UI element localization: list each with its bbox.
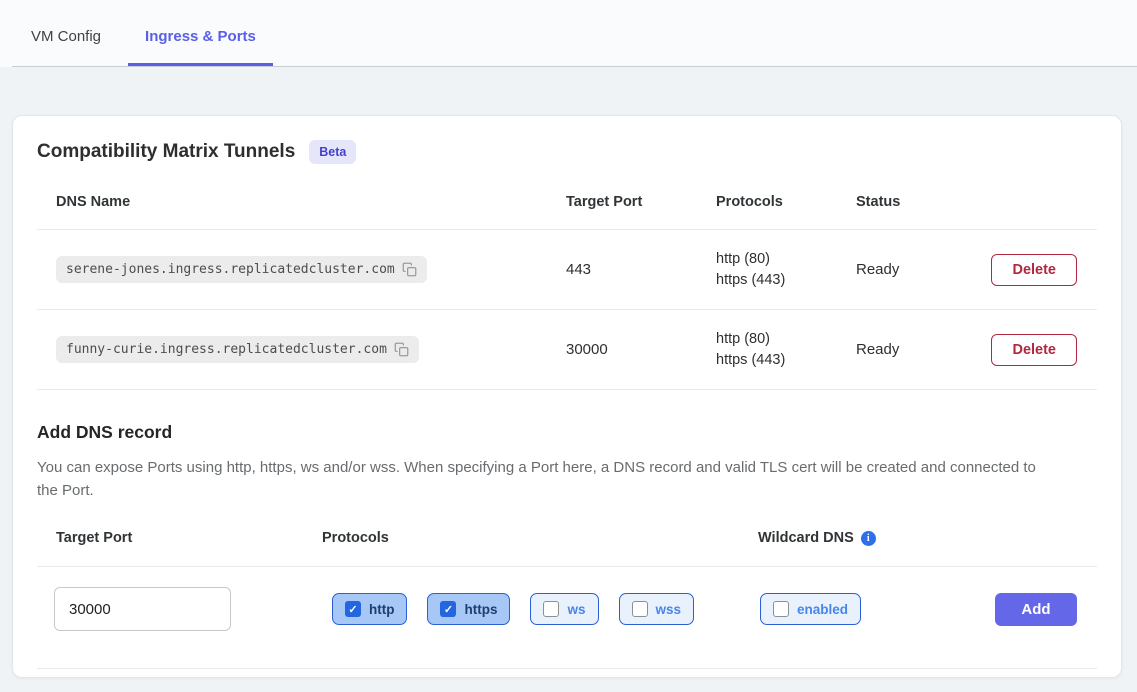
- checkbox-icon: [773, 601, 789, 617]
- table-body: serene-jones.ingress.replicatedcluster.c…: [37, 230, 1097, 390]
- column-header-actions: [961, 194, 1097, 221]
- protocols-list: http (80)https (443): [716, 329, 856, 371]
- protocol-checkbox-http[interactable]: http: [332, 593, 407, 625]
- card-title: Compatibility Matrix Tunnels: [37, 141, 295, 163]
- table-header-row: DNS Name Target Port Protocols Status: [37, 186, 1097, 230]
- protocol-line: http (80): [716, 329, 856, 350]
- table-row: serene-jones.ingress.replicatedcluster.c…: [37, 230, 1097, 310]
- protocol-options: http https ws wss: [332, 593, 758, 625]
- status-value: Ready: [856, 341, 961, 358]
- checkbox-label: ws: [567, 602, 585, 617]
- dns-name-chip: funny-curie.ingress.replicatedcluster.co…: [56, 336, 419, 363]
- info-icon[interactable]: i: [861, 531, 876, 546]
- target-port-value: 30000: [566, 341, 716, 358]
- form-header-target-port: Target Port: [37, 530, 322, 566]
- checkbox-label: wss: [656, 602, 682, 617]
- dns-name-chip: serene-jones.ingress.replicatedcluster.c…: [56, 256, 427, 283]
- copy-icon[interactable]: [402, 262, 417, 277]
- dns-name: funny-curie.ingress.replicatedcluster.co…: [66, 342, 387, 357]
- checkbox-label: https: [464, 602, 497, 617]
- target-port-value: 443: [566, 261, 716, 278]
- add-button[interactable]: Add: [995, 593, 1077, 626]
- add-dns-form-row: http https ws wss enabled Add: [37, 567, 1097, 650]
- column-header-protocols: Protocols: [716, 186, 856, 229]
- checkbox-icon: [632, 601, 648, 617]
- form-header-wildcard-dns: Wildcard DNS i: [758, 530, 876, 546]
- column-header-status: Status: [856, 186, 961, 229]
- form-header-row: Target Port Protocols Wildcard DNS i: [37, 530, 1097, 567]
- beta-badge: Beta: [309, 140, 356, 164]
- protocol-checkbox-https[interactable]: https: [427, 593, 510, 625]
- add-dns-title: Add DNS record: [37, 422, 1097, 443]
- tab-vm-config-label: VM Config: [31, 28, 101, 45]
- tab-vm-config[interactable]: VM Config: [12, 0, 120, 66]
- tab-bar: VM Config Ingress & Ports: [12, 0, 1137, 67]
- tab-strip: VM Config Ingress & Ports: [0, 0, 1137, 67]
- dns-name: serene-jones.ingress.replicatedcluster.c…: [66, 262, 395, 277]
- wildcard-dns-label: Wildcard DNS: [758, 530, 854, 546]
- protocol-line: http (80): [716, 249, 856, 270]
- column-header-target-port: Target Port: [566, 186, 716, 229]
- checkbox-icon: [345, 601, 361, 617]
- protocol-checkbox-wss[interactable]: wss: [619, 593, 695, 625]
- wildcard-option: enabled: [758, 593, 958, 625]
- protocol-line: https (443): [716, 270, 856, 291]
- status-value: Ready: [856, 261, 961, 278]
- copy-icon[interactable]: [394, 342, 409, 357]
- checkbox-label: http: [369, 602, 394, 617]
- protocol-line: https (443): [716, 350, 856, 371]
- card-footer-divider: [37, 668, 1097, 677]
- add-dns-section: Add DNS record You can expose Ports usin…: [37, 422, 1097, 677]
- protocols-list: http (80)https (443): [716, 249, 856, 291]
- checkbox-icon: [440, 601, 456, 617]
- tab-ingress-ports[interactable]: Ingress & Ports: [128, 0, 273, 66]
- column-header-dns-name: DNS Name: [37, 186, 566, 229]
- card-header: Compatibility Matrix Tunnels Beta: [37, 140, 1097, 164]
- tunnels-card: Compatibility Matrix Tunnels Beta DNS Na…: [12, 115, 1122, 678]
- table-row: funny-curie.ingress.replicatedcluster.co…: [37, 310, 1097, 390]
- checkbox-label: enabled: [797, 602, 848, 617]
- wildcard-checkbox-enabled[interactable]: enabled: [760, 593, 861, 625]
- protocol-checkbox-ws[interactable]: ws: [530, 593, 598, 625]
- form-header-protocols: Protocols: [322, 530, 758, 566]
- add-dns-description: You can expose Ports using http, https, …: [37, 456, 1047, 502]
- delete-button[interactable]: Delete: [991, 334, 1077, 366]
- target-port-input[interactable]: [54, 587, 231, 631]
- checkbox-icon: [543, 601, 559, 617]
- tab-ingress-ports-label: Ingress & Ports: [145, 28, 256, 45]
- delete-button[interactable]: Delete: [991, 254, 1077, 286]
